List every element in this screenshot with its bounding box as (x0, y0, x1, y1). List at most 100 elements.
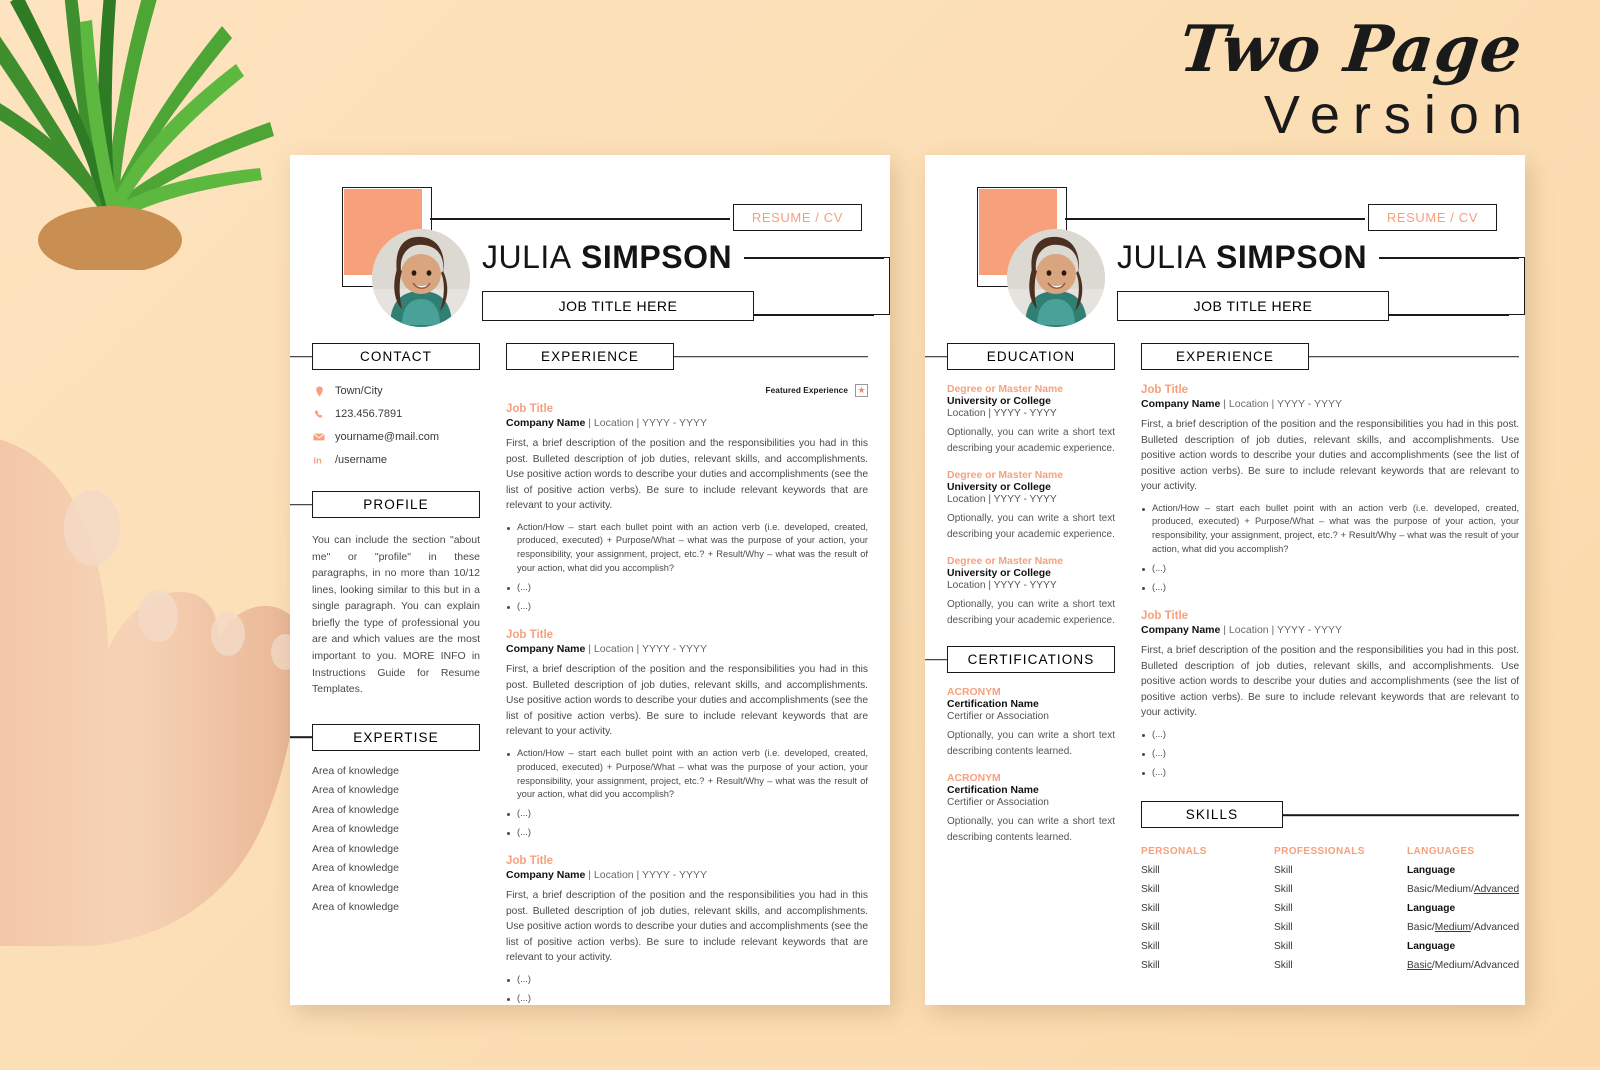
section-heading-contact: CONTACT (312, 343, 480, 370)
job-bullet-list: Action/How – start each bullet point wit… (506, 521, 868, 615)
section-education: EDUCATION (925, 343, 1115, 370)
contact-value: Town/City (335, 385, 383, 397)
name-connector (744, 257, 884, 259)
skills-column-professionals: PROFESSIONALS Skill Skill Skill Skill Sk… (1274, 846, 1407, 979)
job-title-banner: JOB TITLE HERE (482, 291, 754, 321)
education-location: Location | YYYY - YYYY (947, 408, 1057, 419)
list-item: Skill (1141, 960, 1160, 972)
featured-label: Featured Experience (765, 386, 848, 395)
section-heading-experience: EXPERIENCE (506, 343, 674, 370)
job-meta: Company Name | Location | YYYY - YYYY (506, 643, 868, 655)
certification-entry: ACRONYM Certification Name Certifier or … (947, 687, 1115, 759)
job-bullet-list: Action/How – start each bullet point wit… (1141, 502, 1519, 596)
list-item: Skill (1141, 903, 1160, 915)
section-line (925, 658, 949, 661)
experience-entry: Job Title Company Name | Location | YYYY… (1141, 610, 1519, 779)
list-item[interactable]: 123.456.7891 (312, 407, 480, 421)
section-line (1283, 814, 1520, 816)
company-name: Company Name (506, 869, 586, 882)
degree-name: Degree or Master Name (947, 384, 1064, 395)
job-bullet-list: Action/How – start each bullet point wit… (506, 747, 868, 841)
list-item: Area of knowledge (312, 842, 399, 855)
last-name: SIMPSON (581, 239, 733, 275)
list-item: (...) (506, 581, 868, 595)
education-entry: Degree or Master Name University or Coll… (947, 384, 1115, 456)
list-item: Action/How – start each bullet point wit… (506, 521, 868, 577)
education-note: Optionally, you can write a short text d… (947, 427, 1115, 454)
job-bullet-list: (...) (...) (...) (506, 973, 868, 1005)
avatar (372, 229, 470, 327)
list-item[interactable]: in /username (312, 453, 480, 467)
section-line (925, 355, 949, 358)
page1-header: RESUME / CV JULIA SIMPSON JOB TITLE HERE (312, 173, 890, 343)
list-item: (...) (506, 826, 868, 840)
job-meta: Company Name | Location | YYYY - YYYY (506, 417, 868, 429)
company-name: Company Name (506, 643, 586, 656)
job-description: First, a brief description of the positi… (1141, 645, 1520, 719)
list-item: Basic/Medium/Advanced (1407, 922, 1520, 934)
experience-entry: Job Title Company Name | Location | YYYY… (506, 403, 868, 614)
section-line (290, 503, 314, 506)
certification-note: Optionally, you can write a short text d… (947, 816, 1115, 843)
profile-text: You can include the section "about me" o… (312, 534, 480, 696)
list-item: (...) (506, 600, 868, 614)
contact-list: Town/City 123.456.7891 yourname@mail.com (312, 384, 480, 467)
avatar (1007, 229, 1105, 327)
company-name: Company Name (1141, 624, 1221, 637)
section-line (1309, 355, 1520, 358)
resume-cv-tag: RESUME / CV (1367, 204, 1497, 231)
job-title: Job Title (1141, 610, 1189, 623)
contact-value: yourname@mail.com (335, 431, 440, 443)
list-item: Area of knowledge (312, 803, 399, 816)
contact-value: 123.456.7891 (335, 408, 403, 420)
education-note: Optionally, you can write a short text d… (947, 599, 1115, 626)
job-bullet-list: (...) (...) (...) (1141, 728, 1519, 780)
school-name: University or College (947, 482, 1051, 493)
page2-left-column: EDUCATION Degree or Master Name Universi… (925, 343, 1115, 979)
degree-name: Degree or Master Name (947, 470, 1064, 481)
name-connector (1379, 257, 1519, 259)
job-description: First, a brief description of the positi… (506, 890, 868, 964)
job-description: First, a brief description of the positi… (1141, 419, 1520, 492)
list-item: Action/How – start each bullet point wit… (1141, 502, 1519, 558)
certification-issuer: Certifier or Association (947, 797, 1049, 808)
section-heading-experience: EXPERIENCE (1141, 343, 1309, 370)
header-top-connector (1065, 218, 1365, 220)
school-name: University or College (947, 396, 1051, 407)
school-name: University or College (947, 568, 1051, 579)
list-item: Skill (1274, 903, 1293, 915)
page2-right-column: EXPERIENCE Job Title Company Name | Loca… (1115, 343, 1520, 979)
resume-page-1: RESUME / CV JULIA SIMPSON JOB TITLE HERE… (290, 155, 890, 1005)
list-item: Basic/Medium/Advanced (1407, 884, 1520, 896)
list-item: Skill (1274, 922, 1293, 934)
education-list: Degree or Master Name University or Coll… (947, 384, 1115, 628)
job-title-banner: JOB TITLE HERE (1117, 291, 1389, 321)
list-item: (...) (1141, 728, 1519, 742)
section-heading-expertise: EXPERTISE (312, 723, 480, 751)
resume-page-2: RESUME / CV JULIA SIMPSON JOB TITLE HERE… (925, 155, 1525, 1005)
list-item: Language (1407, 865, 1456, 877)
job-title: Job Title (506, 855, 554, 868)
header-top-connector (430, 218, 730, 220)
list-item: Skill (1274, 884, 1293, 896)
list-item: Area of knowledge (312, 764, 399, 777)
job-meta-rest: | Location | YYYY - YYYY (1220, 624, 1342, 637)
list-item: Language (1407, 941, 1456, 953)
list-item: (...) (1141, 562, 1519, 576)
skills-column-languages: LANGUAGES Language Basic/Medium/Advanced… (1407, 846, 1519, 979)
page2-header: RESUME / CV JULIA SIMPSON JOB TITLE HERE (947, 173, 1525, 343)
job-meta: Company Name | Location | YYYY - YYYY (1141, 624, 1519, 636)
list-item: Skill (1141, 922, 1160, 934)
section-experience: EXPERIENCE (506, 343, 868, 370)
list-item: Skill (1141, 884, 1160, 896)
svg-text:in: in (313, 454, 322, 465)
list-item[interactable]: Town/City (312, 384, 480, 398)
list-item: (...) (1141, 766, 1519, 780)
job-meta-rest: | Location | YYYY - YYYY (585, 869, 707, 882)
skills-heading: PROFESSIONALS (1274, 846, 1365, 858)
page1-left-column: CONTACT Town/City 123.456.7891 yourname@… (290, 343, 480, 1005)
expertise-list: Area of knowledge Area of knowledge Area… (312, 765, 480, 914)
phone-icon (312, 407, 326, 421)
list-item[interactable]: yourname@mail.com (312, 430, 480, 444)
job-meta-rest: | Location | YYYY - YYYY (585, 417, 707, 429)
